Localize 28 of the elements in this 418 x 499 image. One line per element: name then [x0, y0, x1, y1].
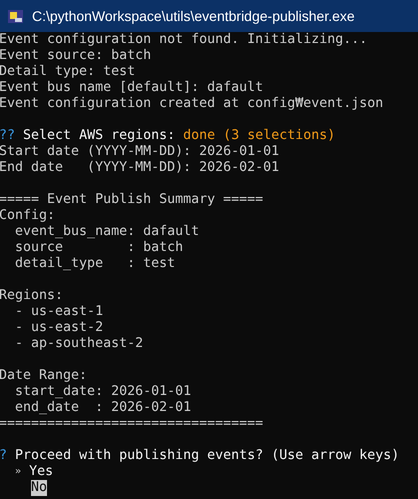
terminal-line: start_date: 2026-01-01 [14, 384, 192, 400]
terminal-line: Regions: [0, 288, 64, 304]
terminal-line: event_bus_name: dafault [14, 224, 200, 240]
question-mark: ?? [0, 128, 16, 144]
terminal-line: Event source: batch [0, 48, 152, 64]
window-title: C:\pythonWorkspace\utils\eventbridge-publisher.exe [32, 8, 355, 24]
terminal-line: End date (YYYY-MM-DD): 2026-02-01 [0, 160, 280, 176]
terminal-line: Event configuration not found. Initializing... [0, 32, 368, 48]
app-icon [7, 8, 24, 24]
terminal-line: Event configuration created at config₩event.json [0, 96, 384, 112]
terminal-line: Event bus name [default]: dafault [0, 80, 264, 96]
terminal-line: end_date : 2026-02-01 [14, 400, 192, 416]
option-item[interactable]: No [31, 480, 48, 496]
terminal-line: - us-east-2 [14, 320, 104, 336]
terminal-line: Date Range: [0, 368, 88, 384]
pointer-icon: » [15, 464, 22, 480]
option-item[interactable]: Yes [29, 464, 54, 480]
terminal-line: source : batch [14, 240, 184, 256]
terminal-line: - ap-southeast-2 [14, 336, 144, 352]
terminal-line: - us-east-1 [14, 304, 104, 320]
terminal-line: Detail type: test [0, 64, 136, 80]
terminal-line: detail_type : test [14, 256, 176, 272]
question-mark: ? [0, 448, 8, 464]
terminal-line: Config: [0, 208, 56, 224]
answer-text: done (3 selections) [183, 128, 336, 144]
question-text: Select AWS regions: [23, 128, 176, 144]
terminal-line: Start date (YYYY-MM-DD): 2026-01-01 [0, 144, 280, 160]
question-text: Proceed with publishing events? (Use arrow keys) [15, 448, 400, 464]
